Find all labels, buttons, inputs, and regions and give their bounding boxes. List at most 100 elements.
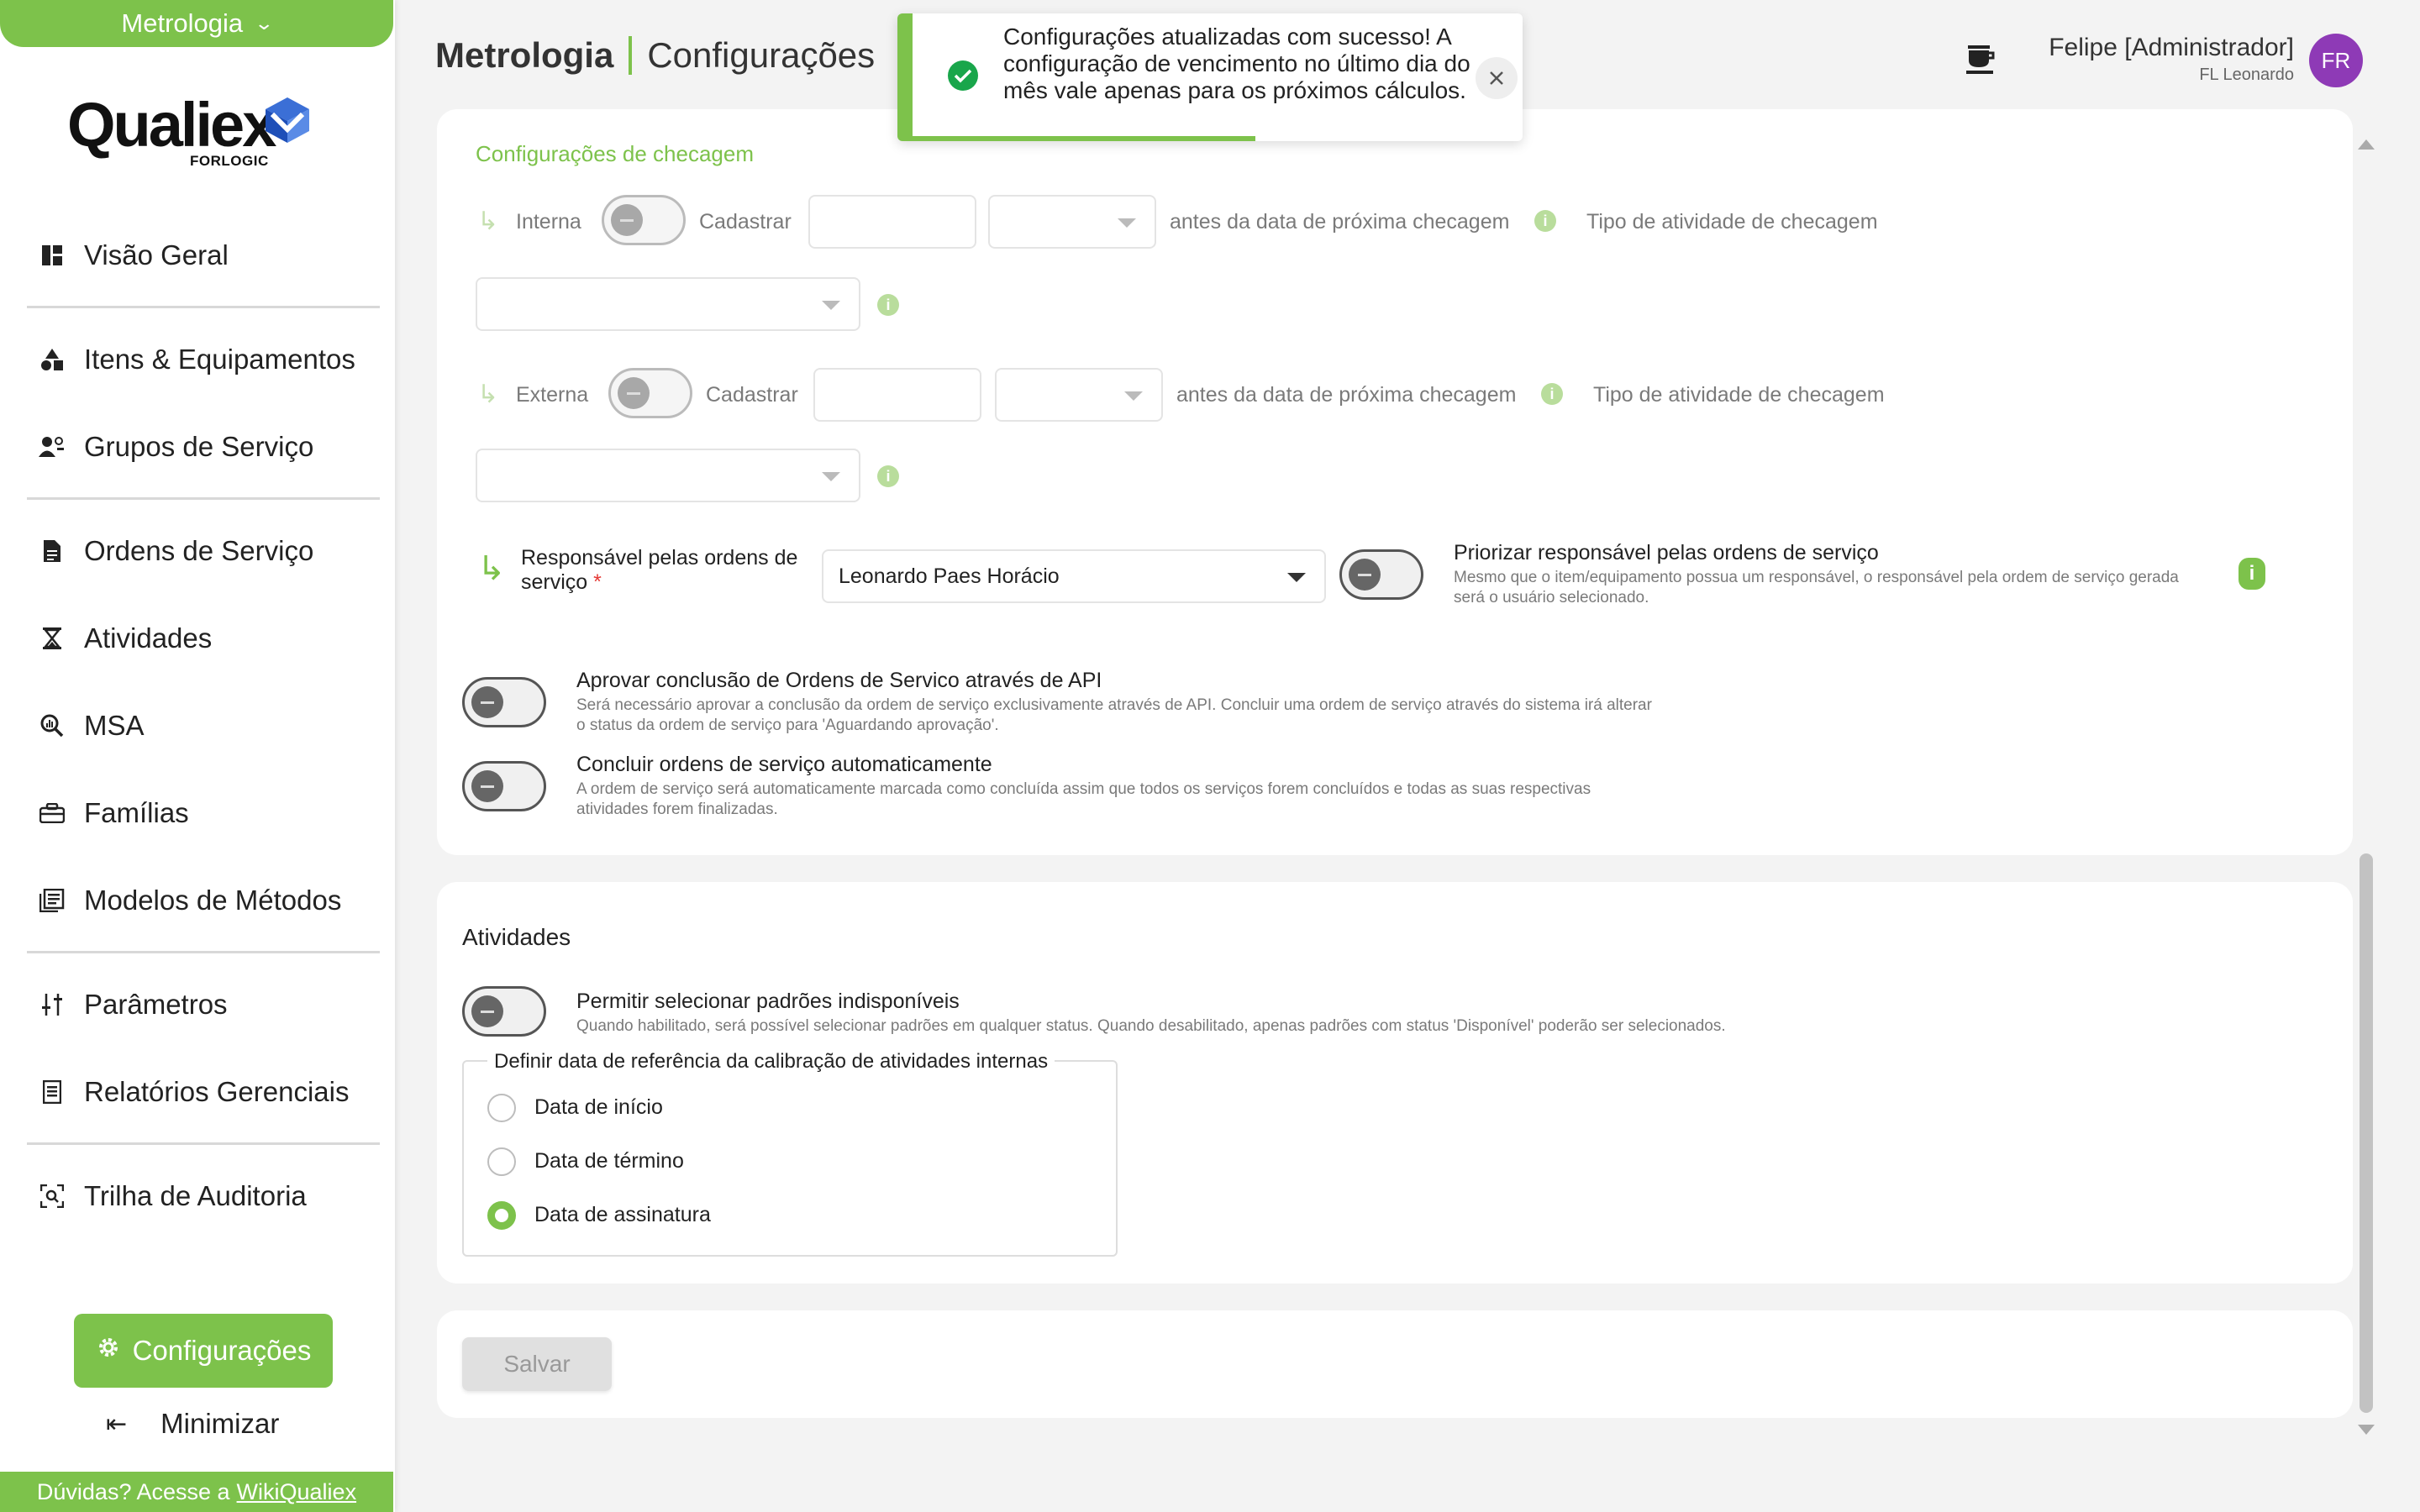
group-icon: [39, 433, 66, 460]
radio-data-termino-label: Data de término: [534, 1149, 684, 1173]
priorizar-toggle[interactable]: [1339, 549, 1423, 600]
sidebar-item-ordens-servico[interactable]: Ordens de Serviço: [27, 524, 380, 578]
sidebar-item-label: Famílias: [84, 797, 189, 828]
interna-tipo-select[interactable]: [476, 277, 860, 331]
magnify-chart-icon: [39, 712, 66, 739]
interna-label: Interna: [516, 210, 581, 234]
interna-toggle[interactable]: [602, 195, 686, 245]
interna-unit-select[interactable]: [988, 195, 1156, 249]
sidebar-item-label: MSA: [84, 710, 145, 741]
scroll-down-icon[interactable]: [2358, 1425, 2375, 1435]
close-icon[interactable]: [1476, 57, 1518, 99]
permitir-padroes-description: Quando habilitado, será possível selecio…: [576, 1017, 1726, 1035]
concluir-auto-description: A ordem de serviço será automaticamente …: [576, 780, 1591, 818]
permitir-padroes-title: Permitir selecionar padrões indisponívei…: [576, 990, 960, 1013]
help-bar: Dúvidas? Acesse a WikiQualiex: [0, 1472, 393, 1512]
externa-unit-select[interactable]: [995, 368, 1163, 422]
sidebar-item-modelos-metodos[interactable]: Modelos de Métodos: [27, 874, 380, 927]
aprovar-api-title: Aprovar conclusão de Ordens de Servico a…: [576, 669, 1102, 692]
sliders-icon: [39, 991, 66, 1018]
module-title: Metrologia: [435, 35, 614, 75]
collapse-icon: ⇤: [106, 1410, 128, 1438]
sidebar-item-label: Trilha de Auditoria: [84, 1180, 307, 1211]
responsavel-label-text: Responsável pelas ordens de serviço: [521, 546, 798, 594]
priorizar-description: Mesmo que o item/equipamento possua um r…: [1454, 569, 2179, 606]
sidebar-item-atividades[interactable]: Atividades: [27, 612, 380, 665]
coffee-icon[interactable]: [1965, 42, 1996, 80]
info-icon[interactable]: i: [877, 294, 899, 316]
sidebar-item-itens-equipamentos[interactable]: Itens & Equipamentos: [27, 333, 380, 386]
sidebar-item-grupos-servico[interactable]: Grupos de Serviço: [27, 420, 380, 474]
checagem-section-title: Configurações de checagem: [476, 141, 754, 166]
externa-tipo-label: Tipo de atividade de checagem: [1593, 383, 1885, 407]
logo-word: Qualiex: [67, 90, 276, 160]
configuracoes-button[interactable]: Configurações: [74, 1314, 333, 1388]
sidebar-item-label: Parâmetros: [84, 989, 228, 1020]
aprovar-api-description: Será necessário aprovar a conclusão da o…: [576, 696, 1652, 734]
radio-data-inicio-label: Data de início: [534, 1095, 663, 1119]
required-mark: *: [593, 570, 602, 594]
sidebar-item-familias[interactable]: Famílias: [27, 786, 380, 840]
sidebar-item-label: Grupos de Serviço: [84, 431, 314, 462]
check-circle-icon: [948, 60, 978, 91]
sidebar-item-msa[interactable]: MSA: [27, 699, 380, 753]
externa-toggle[interactable]: [608, 368, 692, 418]
nav-divider: [27, 1142, 380, 1145]
user-info[interactable]: Felipe [Administrador] FL Leonardo: [2049, 34, 2294, 85]
toast-message: Configurações atualizadas com sucesso! A…: [1003, 24, 1470, 103]
externa-cadastrar-label: Cadastrar: [706, 383, 798, 407]
permitir-padroes-toggle[interactable]: [462, 986, 546, 1037]
avatar[interactable]: FR: [2309, 34, 2363, 87]
scrollbar-thumb[interactable]: [2360, 853, 2373, 1413]
externa-quantity-input[interactable]: [813, 368, 981, 422]
radio-data-termino[interactable]: [487, 1147, 516, 1176]
interna-quantity-input[interactable]: [808, 195, 976, 249]
sidebar-item-relatorios[interactable]: Relatórios Gerenciais: [27, 1065, 380, 1119]
report-icon: [39, 1079, 66, 1105]
info-icon[interactable]: i: [877, 465, 899, 487]
toolbox-icon: [39, 800, 66, 827]
success-toast: Configurações atualizadas com sucesso! A…: [897, 13, 1523, 141]
radio-data-inicio[interactable]: [487, 1094, 516, 1122]
sidebar-item-label: Itens & Equipamentos: [84, 344, 355, 375]
subitem-arrow-icon: ↳: [477, 207, 499, 235]
concluir-auto-toggle[interactable]: [462, 761, 546, 811]
configuracoes-label: Configurações: [132, 1335, 312, 1366]
title-divider: [629, 36, 633, 75]
responsavel-value: Leonardo Paes Horácio: [839, 564, 1060, 588]
info-icon[interactable]: i: [2238, 558, 2265, 590]
externa-tipo-select[interactable]: [476, 449, 860, 502]
data-referencia-legend: Definir data de referência da calibração…: [487, 1050, 1055, 1074]
minimize-button[interactable]: ⇤ Minimizar: [106, 1408, 279, 1440]
priorizar-title: Priorizar responsável pelas ordens de se…: [1454, 541, 1879, 564]
aprovar-api-toggle[interactable]: [462, 677, 546, 727]
concluir-auto-title: Concluir ordens de serviço automaticamen…: [576, 753, 992, 776]
sidebar-item-label: Ordens de Serviço: [84, 535, 314, 566]
nav-divider: [27, 306, 380, 308]
sidebar-item-parametros[interactable]: Parâmetros: [27, 978, 380, 1032]
info-icon[interactable]: i: [1541, 383, 1563, 405]
externa-label: Externa: [516, 383, 589, 407]
sidebar-item-label: Relatórios Gerenciais: [84, 1076, 350, 1107]
interna-antes-label: antes da data de próxima checagem: [1170, 210, 1510, 234]
sidebar-item-visao-geral[interactable]: Visão Geral: [27, 228, 380, 282]
save-button[interactable]: Salvar: [462, 1337, 612, 1391]
responsavel-select[interactable]: Leonardo Paes Horácio: [822, 549, 1326, 603]
interna-tipo-label: Tipo de atividade de checagem: [1586, 210, 1878, 234]
nav-divider: [27, 951, 380, 953]
radio-data-assinatura[interactable]: [487, 1201, 516, 1230]
externa-antes-label: antes da data de próxima checagem: [1176, 383, 1517, 407]
info-icon[interactable]: i: [1534, 210, 1556, 232]
dashboard-icon: [39, 242, 66, 269]
help-text: Dúvidas? Acesse a: [36, 1478, 230, 1504]
interna-cadastrar-label: Cadastrar: [699, 210, 792, 234]
subitem-arrow-icon: ↳: [477, 550, 506, 587]
responsavel-label: Responsável pelas ordens de serviço *: [521, 546, 807, 595]
section-title: Configurações: [647, 35, 876, 75]
sidebar-item-trilha-auditoria[interactable]: Trilha de Auditoria: [27, 1169, 380, 1223]
document-icon: [39, 538, 66, 564]
module-switcher[interactable]: Metrologia ⌄: [0, 0, 393, 47]
scroll-up-icon[interactable]: [2358, 139, 2375, 150]
wiki-link[interactable]: WikiQualiex: [237, 1479, 357, 1505]
chevron-down-icon: ⌄: [254, 13, 275, 34]
